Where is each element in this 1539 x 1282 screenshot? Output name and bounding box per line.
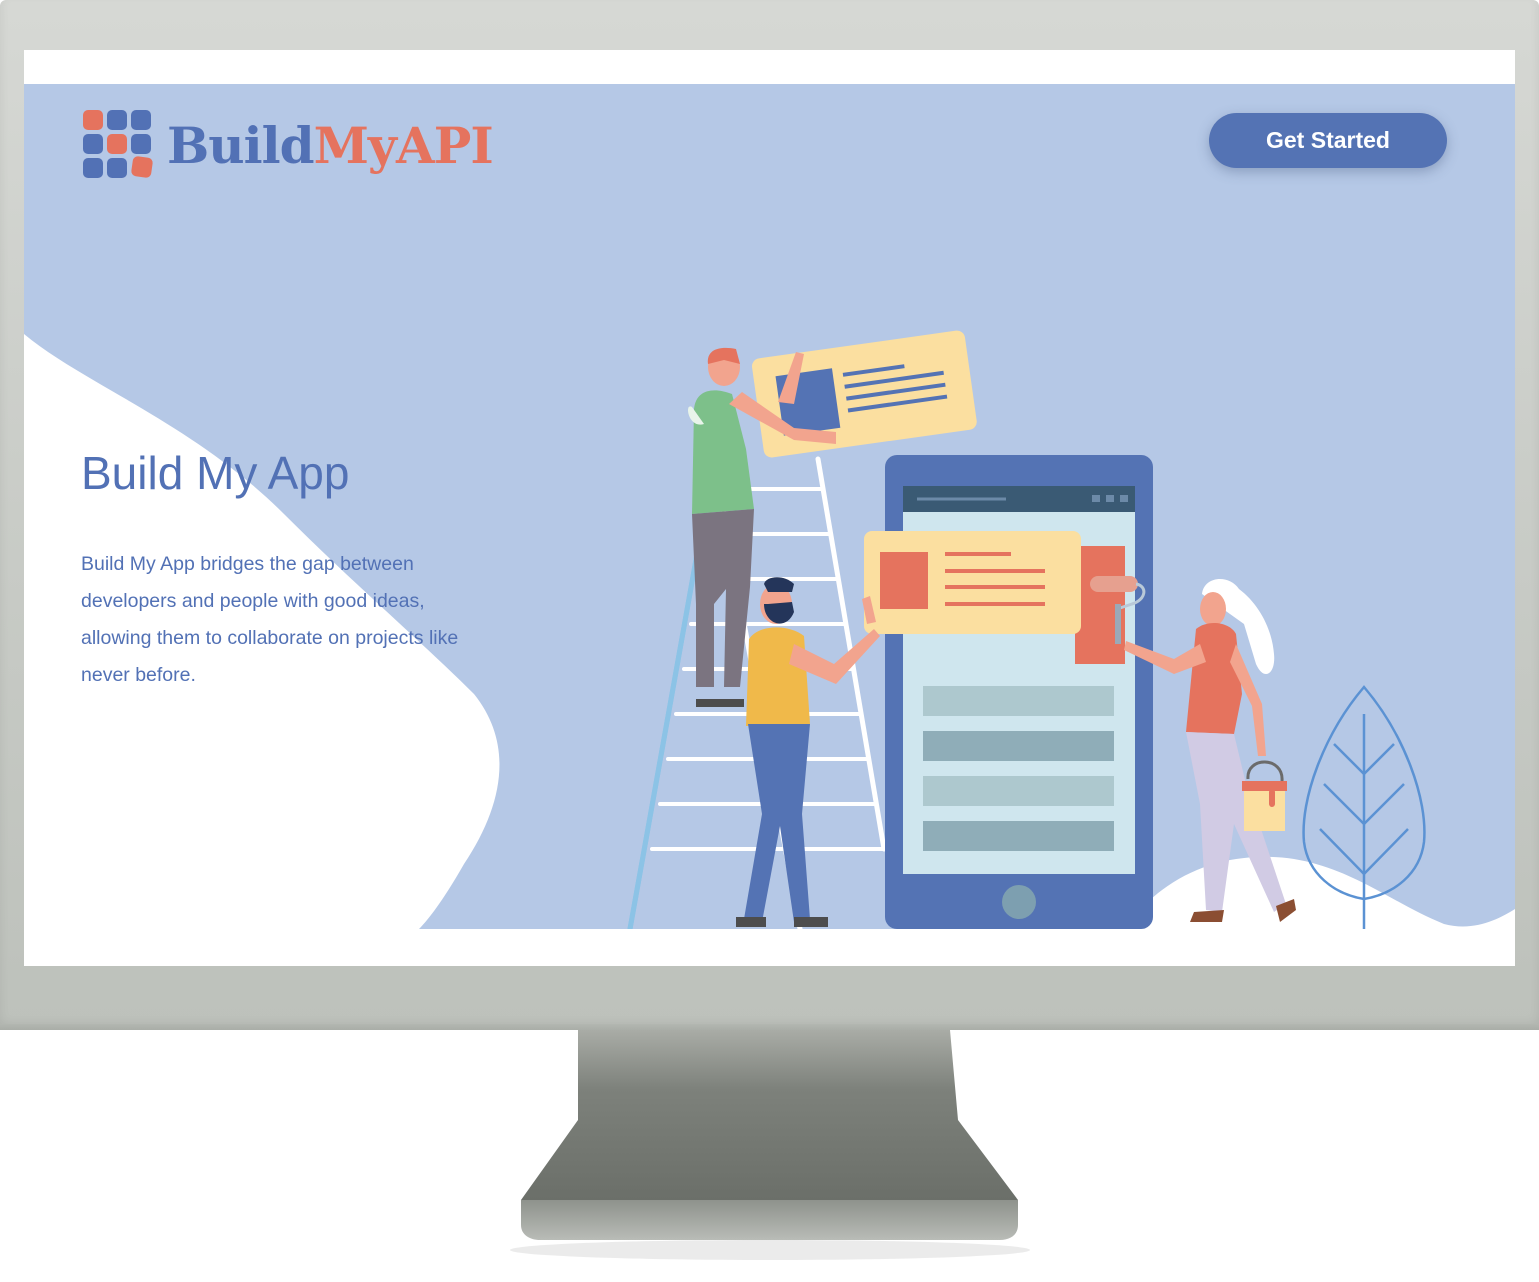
monitor-stand	[510, 1030, 1030, 1260]
